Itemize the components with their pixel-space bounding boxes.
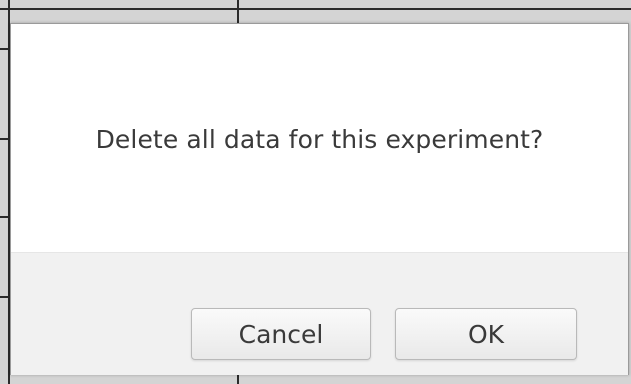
grid-line — [0, 8, 631, 10]
confirm-dialog: Delete all data for this experiment? Can… — [10, 23, 629, 375]
ok-button[interactable]: OK — [395, 308, 577, 360]
dialog-message: Delete all data for this experiment? — [95, 124, 544, 154]
cancel-button[interactable]: Cancel — [191, 308, 371, 360]
grid-tick — [0, 296, 9, 298]
grid-tick — [0, 216, 9, 218]
grid-tick — [0, 48, 9, 50]
dialog-body: Delete all data for this experiment? — [11, 24, 628, 252]
grid-tick — [0, 138, 9, 140]
dialog-footer: Cancel OK — [11, 252, 628, 375]
